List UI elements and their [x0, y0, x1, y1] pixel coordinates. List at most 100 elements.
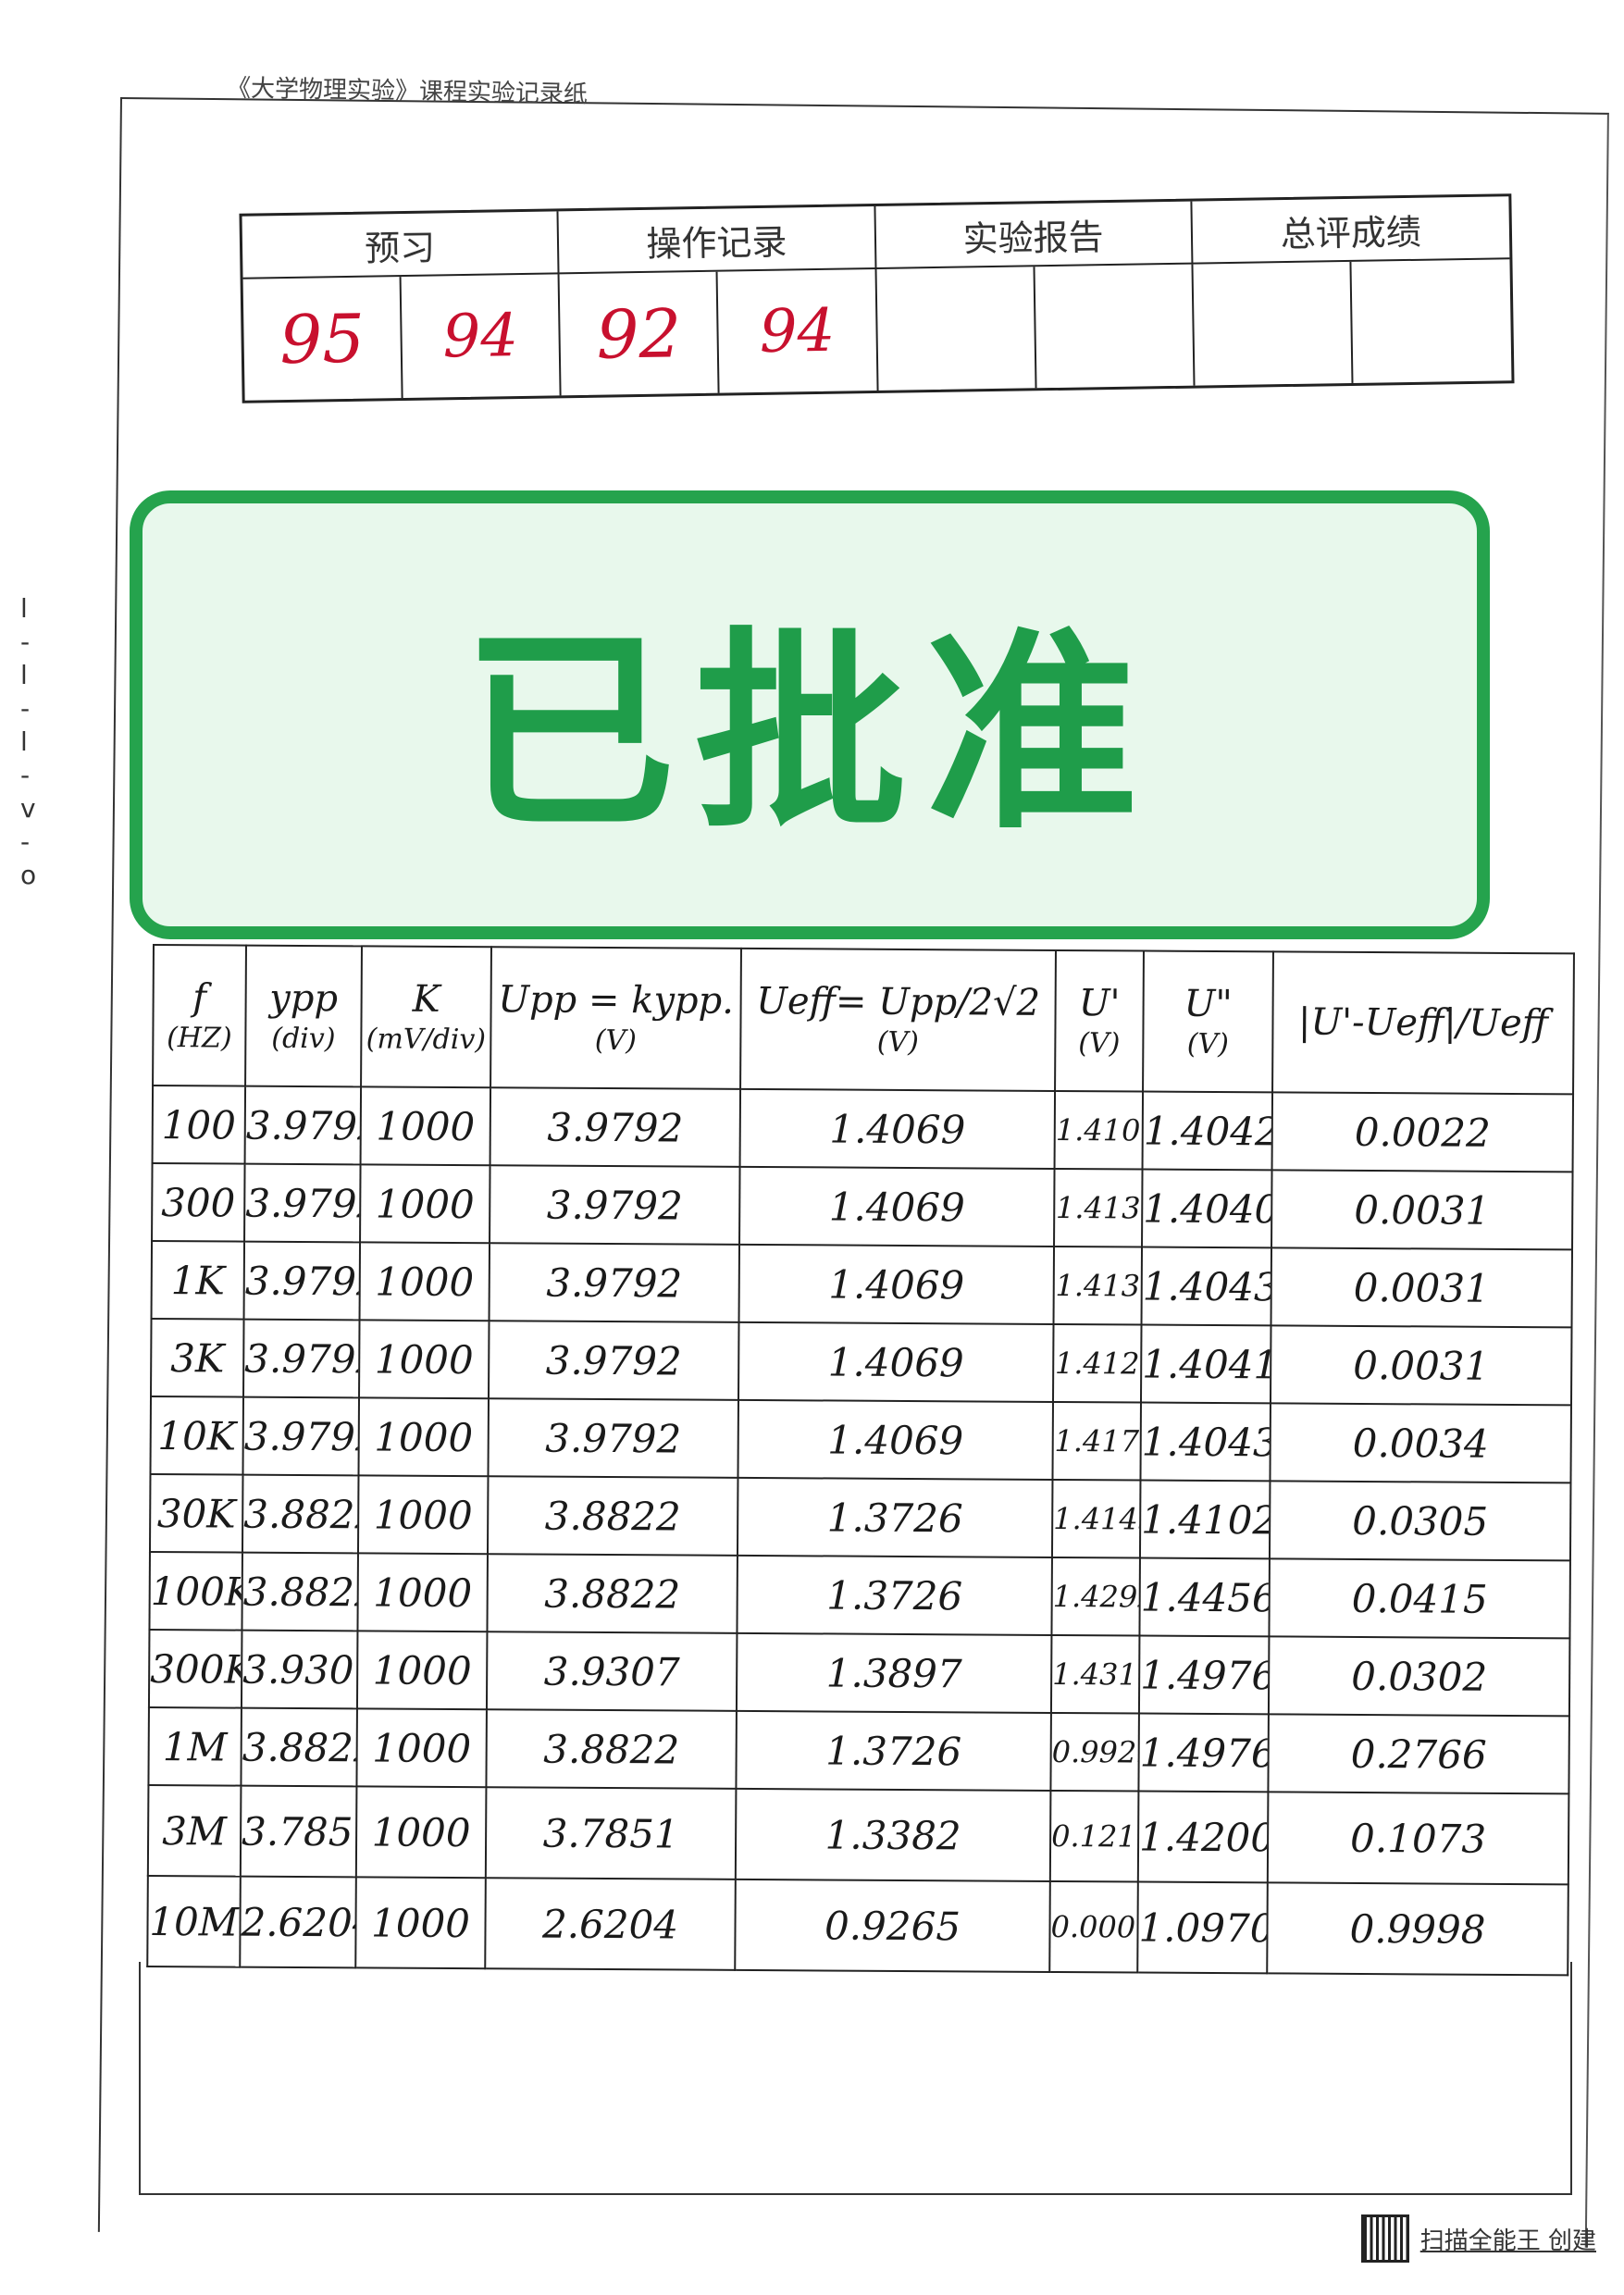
table-cell: 1.4292 — [1051, 1557, 1140, 1636]
col-header-upp: Upp = kypp. (V) — [490, 947, 741, 1089]
col-header-relative-error: |U'-Ueff|/Ueff — [1272, 951, 1574, 1095]
col-header-frequency: f (HZ) — [153, 945, 246, 1086]
margin-mark: - — [20, 626, 31, 657]
table-row: 300 3.9792 1000 3.9792 1.4069 1.413 1.4040 0.00… — [152, 1163, 1573, 1250]
table-cell: 0.0031 — [1270, 1325, 1572, 1406]
table-cell: 0.0022 — [1271, 1092, 1574, 1172]
table-cell: 3.8822 — [487, 1554, 738, 1633]
table-cell: 1.3726 — [736, 1710, 1051, 1791]
table-cell: 300K — [148, 1629, 242, 1708]
margin-mark: - — [20, 760, 31, 790]
table-cell: 1000 — [360, 1164, 490, 1244]
table-cell: 3.9792 — [488, 1398, 739, 1478]
table-cell: 1.417 — [1052, 1401, 1141, 1481]
table-cell: 3.9792 — [244, 1163, 361, 1243]
table-cell: 3.9792 — [244, 1085, 362, 1165]
measurement-table: f (HZ) ypp (div) K (mV/div) Upp = kypp. (V) … — [146, 944, 1575, 1976]
table-cell: 1K — [151, 1241, 245, 1320]
table-cell: 0.0031 — [1271, 1170, 1573, 1250]
table-cell: 1000 — [356, 1708, 487, 1788]
table-cell: 10K — [150, 1396, 244, 1475]
table-row: 30K 3.8822 1000 3.8822 1.3726 1.4145 1.4102 0.0… — [149, 1473, 1571, 1561]
col-header-ypp: ypp (div) — [245, 945, 362, 1087]
grade-score-report — [876, 267, 1037, 391]
table-cell: 1.4316 — [1050, 1634, 1140, 1714]
grade-signature-report — [1035, 264, 1196, 389]
table-cell: 1.4976 — [1138, 1713, 1269, 1793]
table-row: 10K 3.9792 1000 3.9792 1.4069 1.417 1.4043 0.00… — [150, 1396, 1571, 1483]
table-cell: 3M — [147, 1784, 242, 1877]
table-cell: 300 — [152, 1163, 245, 1242]
table-cell: 1.4069 — [738, 1321, 1054, 1402]
table-row: 1M 3.8822 1000 3.8822 1.3726 0.9929 1.4976 0.27… — [148, 1706, 1569, 1794]
table-cell: 1.0970 — [1137, 1881, 1268, 1974]
margin-mark: o — [20, 860, 37, 890]
table-cell: 1000 — [358, 1397, 490, 1477]
table-cell: 3.8822 — [241, 1707, 357, 1787]
table-cell: 1.4043 — [1140, 1402, 1271, 1482]
table-cell: 1.4069 — [739, 1166, 1055, 1247]
scanner-watermark: 扫描全能王 创建 — [1360, 2214, 1596, 2263]
table-cell: 0.0031 — [1271, 1247, 1573, 1328]
table-cell: 2.6204 — [485, 1878, 736, 1970]
table-cell: 3.9792 — [490, 1165, 740, 1245]
table-cell: 0.0305 — [1269, 1481, 1571, 1561]
table-row: 100 3.9792 1000 3.9792 1.4069 1.4100 1.4042 0.0… — [152, 1085, 1574, 1172]
blank-lower-area — [139, 1962, 1572, 2195]
table-row: 10M 2.6204 1000 2.6204 0.9265 0.00002 1.0970 0.… — [147, 1875, 1568, 1976]
approved-stamp-label: 已批准 — [462, 611, 1157, 858]
table-cell: 1.4043 — [1141, 1247, 1272, 1326]
table-cell: 1.3382 — [735, 1788, 1051, 1881]
grade-table: 预习 操作记录 实验报告 总评成绩 95 94 92 94 — [239, 193, 1515, 403]
table-cell: 0.1073 — [1267, 1792, 1569, 1885]
table-cell: 1.412 — [1052, 1323, 1142, 1403]
table-cell: 1000 — [359, 1320, 490, 1399]
grade-header-report: 实验报告 — [874, 201, 1194, 270]
grade-score-operation: 92 — [559, 271, 720, 396]
table-cell: 1000 — [357, 1553, 488, 1632]
grade-score-preview: 95 — [242, 277, 403, 401]
table-cell: 1.4100 — [1054, 1090, 1144, 1170]
table-cell: 1000 — [355, 1786, 487, 1879]
table-cell: 100 — [152, 1085, 246, 1164]
qr-code-icon — [1360, 2214, 1409, 2263]
col-header-ueff: Ueff= Upp/2√2 (V) — [740, 948, 1056, 1091]
table-cell: 1.4456 — [1139, 1557, 1270, 1637]
table-cell: 3.9307 — [241, 1630, 358, 1709]
table-row: 3M 3.7851 1000 3.7851 1.3382 0.1217 1.4200 0.10… — [147, 1784, 1569, 1885]
table-cell: 1.3726 — [737, 1477, 1053, 1557]
table-cell: 1000 — [355, 1877, 486, 1969]
col-header-u-prime: U' (V) — [1055, 949, 1144, 1092]
course-header: 《大学物理实验》课程实验记录纸 — [226, 74, 589, 109]
table-cell: 3.9792 — [489, 1243, 740, 1322]
approved-stamp: 已批准 — [130, 490, 1490, 939]
table-cell: 0.1217 — [1049, 1790, 1139, 1882]
table-cell: 1.4069 — [738, 1244, 1055, 1324]
table-cell: 30K — [149, 1473, 243, 1553]
table-cell: 0.9265 — [735, 1879, 1050, 1972]
table-cell: 10M — [147, 1875, 241, 1967]
table-cell: 3.9792 — [243, 1319, 360, 1398]
margin-mark: l — [20, 726, 28, 757]
table-cell: 1.4145 — [1051, 1479, 1141, 1558]
table-cell: 1.4041 — [1140, 1324, 1271, 1404]
margin-mark: l — [20, 660, 28, 690]
table-cell: 1000 — [360, 1086, 491, 1166]
table-header-row: f (HZ) ypp (div) K (mV/div) Upp = kypp. (V) … — [153, 945, 1574, 1095]
table-cell: 3.9792 — [243, 1241, 361, 1321]
table-cell: 1M — [148, 1706, 242, 1786]
table-cell: 1.4040 — [1142, 1169, 1272, 1248]
table-cell: 1.4976 — [1138, 1635, 1270, 1715]
table-cell: 1.4069 — [739, 1088, 1056, 1169]
table-cell: 3.8822 — [486, 1709, 737, 1789]
table-cell: 1.4102 — [1139, 1480, 1271, 1559]
table-cell: 0.0034 — [1270, 1403, 1571, 1483]
grade-score-total — [1193, 261, 1354, 386]
table-cell: 1000 — [357, 1475, 489, 1555]
table-cell: 1.413 — [1054, 1168, 1143, 1247]
grade-header-operation: 操作记录 — [558, 206, 877, 275]
table-cell: 3.9307 — [486, 1631, 738, 1711]
table-cell: 0.0415 — [1269, 1558, 1570, 1639]
table-cell: 3.9792 — [489, 1321, 739, 1400]
table-cell: 3.9792 — [242, 1396, 360, 1476]
